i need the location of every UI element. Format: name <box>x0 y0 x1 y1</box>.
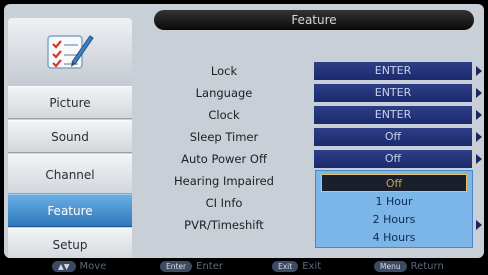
menu-row-sleep-timer[interactable]: Sleep Timer Off <box>138 126 482 148</box>
hint-exit: Exit Exit <box>272 260 321 273</box>
sidebar-header <box>8 18 132 86</box>
hint-label: Move <box>79 261 107 272</box>
chevron-right-icon <box>476 88 482 98</box>
menu-key-icon: Menu <box>374 261 407 272</box>
chevron-right-icon <box>476 110 482 120</box>
osd-frame: Feature Picture Sound Channel Feature Se… <box>4 4 484 258</box>
footer-hints: ▲▼ Move Enter Enter Exit Exit Menu Return <box>0 258 488 275</box>
enter-key-icon: Enter <box>160 261 193 272</box>
tv-screen: Feature Picture Sound Channel Feature Se… <box>0 0 488 275</box>
menu-row-value[interactable]: ENTER <box>314 106 472 124</box>
sidebar-item-sound[interactable]: Sound <box>8 120 132 153</box>
dropdown-option-off[interactable]: Off <box>321 174 467 192</box>
menu-row-value[interactable]: ENTER <box>314 62 472 80</box>
chevron-right-icon <box>476 66 482 76</box>
menu-row-label: Auto Power Off <box>181 152 267 166</box>
chevron-right-icon <box>476 220 482 230</box>
menu-row-label: Lock <box>210 64 238 78</box>
sidebar: Picture Sound Channel Feature Setup <box>8 18 132 258</box>
menu-row-label: Clock <box>208 108 240 122</box>
arrow-keys-icon: ▲▼ <box>52 261 76 272</box>
sidebar-item-setup[interactable]: Setup <box>8 228 132 258</box>
auto-power-off-dropdown[interactable]: Off 1 Hour 2 Hours 4 Hours <box>315 170 473 248</box>
hint-return: Menu Return <box>374 260 444 273</box>
chevron-right-icon <box>476 154 482 164</box>
exit-key-icon: Exit <box>272 261 299 272</box>
menu-row-label: CI Info <box>205 196 243 210</box>
hint-move: ▲▼ Move <box>52 260 106 273</box>
hint-label: Enter <box>196 261 223 272</box>
settings-checklist-icon <box>47 35 94 69</box>
menu-row-language[interactable]: Language ENTER <box>138 82 482 104</box>
menu-row-label: Hearing Impaired <box>174 174 274 188</box>
menu-row-label: Language <box>195 86 253 100</box>
hint-label: Return <box>410 261 444 272</box>
menu-row-auto-power-off[interactable]: Auto Power Off Off <box>138 148 482 170</box>
sidebar-item-picture[interactable]: Picture <box>8 86 132 119</box>
dropdown-option-2-hours[interactable]: 2 Hours <box>316 210 472 229</box>
menu-row-value[interactable]: ENTER <box>314 84 472 102</box>
sidebar-item-channel[interactable]: Channel <box>8 154 132 194</box>
menu-row-label: PVR/Timeshift <box>184 218 264 232</box>
menu-row-value[interactable]: Off <box>314 150 472 168</box>
menu-row-label: Sleep Timer <box>189 130 259 144</box>
menu-row-clock[interactable]: Clock ENTER <box>138 104 482 126</box>
dropdown-option-1-hour[interactable]: 1 Hour <box>316 192 472 211</box>
hint-enter: Enter Enter <box>160 260 223 273</box>
menu-row-lock[interactable]: Lock ENTER <box>138 60 482 82</box>
sidebar-item-feature[interactable]: Feature <box>8 194 132 227</box>
chevron-right-icon <box>476 132 482 142</box>
dropdown-option-4-hours[interactable]: 4 Hours <box>316 228 472 247</box>
page-title: Feature <box>154 10 474 30</box>
menu-row-value[interactable]: Off <box>314 128 472 146</box>
hint-label: Exit <box>302 261 322 272</box>
